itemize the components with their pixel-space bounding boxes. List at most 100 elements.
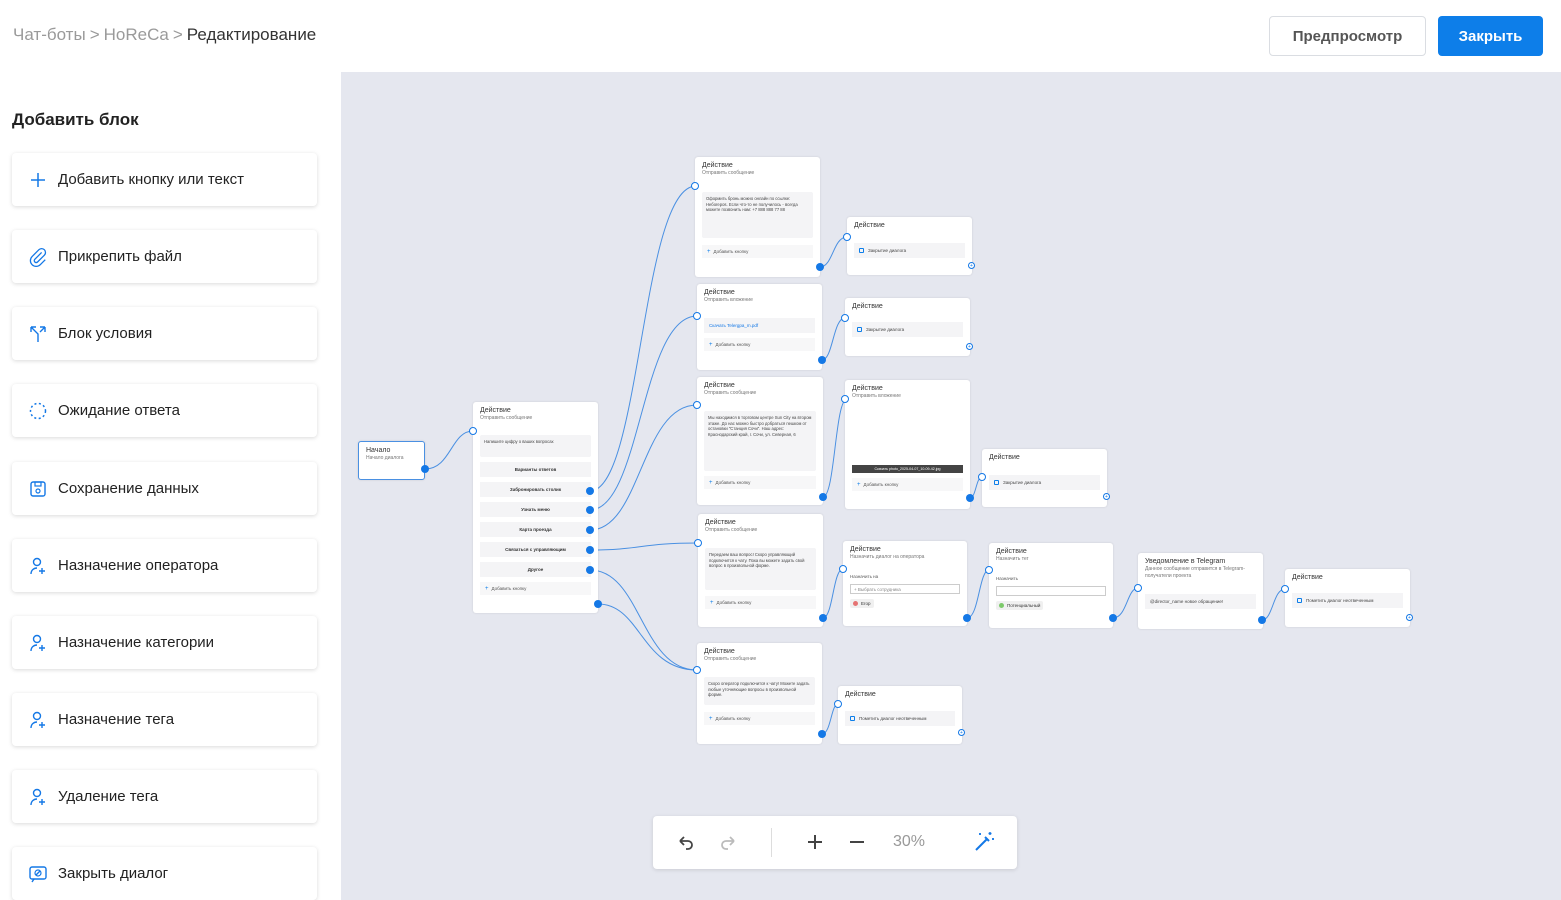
output-port[interactable] [1109,614,1117,622]
flow-node-map[interactable]: Действие Отправить сообщение Мы находимс… [697,377,823,505]
flow-node-close-3[interactable]: Действие Закрытие диалога [982,449,1107,507]
flow-node-menu[interactable]: Действие Отправить вложение Скачать Tele… [697,284,822,370]
output-port[interactable] [594,600,602,608]
sidebar-item-assign-operator[interactable]: Назначение оператора [12,539,317,592]
node-title: Действие [704,648,735,655]
output-port[interactable] [963,614,971,622]
output-port[interactable] [586,526,594,534]
input-port[interactable] [693,666,701,674]
flow-node-close-2[interactable]: Действие Закрытие диалога [845,298,970,356]
sidebar-item-remove-tag[interactable]: Удаление тега [12,770,317,823]
sidebar-item-wait-answer[interactable]: Ожидание ответа [12,384,317,437]
add-next-icon[interactable]: + [968,262,975,269]
add-next-icon[interactable]: + [966,343,973,350]
flow-node-unanswered[interactable]: Действие Пометить диалог неотвеченным [1285,569,1410,627]
option-button[interactable]: Другое [480,562,591,577]
output-port[interactable] [816,263,824,271]
input-port[interactable] [843,233,851,241]
option-button[interactable]: Забронировать столик [480,482,591,497]
close-button[interactable]: Закрыть [1438,16,1543,56]
input-port[interactable] [841,314,849,322]
canvas-toolbar: 30% [653,816,1017,869]
operator-chip[interactable]: Егор [850,599,874,608]
input-port[interactable] [978,473,986,481]
input-port[interactable] [839,565,847,573]
output-port[interactable] [586,566,594,574]
operator-select[interactable]: + Выбрать сотрудника [850,584,960,594]
flow-node-main[interactable]: Действие Отправить сообщение Напишите ци… [473,402,598,613]
attachment-file[interactable]: Скачать photo_2025-04-07_10-09-42.jpg [852,465,963,473]
add-next-icon[interactable]: + [958,729,965,736]
option-button[interactable]: Узнать меню [480,502,591,517]
flow-node-assign-operator[interactable]: Действие Назначить диалог на оператора Н… [843,541,967,626]
output-port[interactable] [818,730,826,738]
option-button[interactable]: Карта проезда [480,522,591,537]
preview-button[interactable]: Предпросмотр [1269,16,1426,56]
input-port[interactable] [1134,584,1142,592]
input-port[interactable] [691,182,699,190]
output-port[interactable] [586,487,594,495]
tag-chip[interactable]: Потенциальный [996,601,1044,610]
sidebar-item-assign-category[interactable]: Назначение категории [12,616,317,669]
output-port[interactable] [819,614,827,622]
action-row: Закрытие диалога [852,322,963,337]
output-port[interactable] [966,494,974,502]
output-port[interactable] [421,465,429,473]
input-port[interactable] [693,401,701,409]
add-next-icon[interactable]: + [1406,614,1413,621]
flow-node-close-1[interactable]: Действие Закрытие диалога [847,217,972,275]
breadcrumb-horeca[interactable]: HoReCa [104,25,169,44]
action-row: Закрытие диалога [854,243,965,258]
add-button-row[interactable]: + Добавить кнопку [480,582,591,595]
output-port[interactable] [586,506,594,514]
file-link[interactable]: Скачать Telergpa_m.pdf [704,318,815,333]
input-port[interactable] [694,539,702,547]
breadcrumb-separator: > [89,25,100,44]
action-label: Пометить диалог неотвеченным [859,716,927,721]
sidebar-item-add-button[interactable]: Добавить кнопку или текст [12,153,317,206]
flow-node-photo[interactable]: Действие Отправить вложение Скачать phot… [845,380,970,509]
option-label: Варианты ответов [480,462,591,477]
zoom-in-icon[interactable] [803,830,827,854]
tag-select[interactable] [996,586,1106,596]
add-button-row[interactable]: + Добавить кнопку [704,338,815,351]
output-port[interactable] [586,546,594,554]
add-button-row[interactable]: + Добавить кнопку [704,476,816,489]
flow-node-unanswered-2[interactable]: Действие Пометить диалог неотвеченным [838,686,962,744]
sidebar-item-condition[interactable]: Блок условия [12,307,317,360]
add-button-row[interactable]: + Добавить кнопку [702,245,813,258]
sidebar-item-save-data[interactable]: Сохранение данных [12,462,317,515]
sidebar-item-close-dialog[interactable]: Закрыть диалог [12,847,317,900]
action-label: Закрытие диалога [866,327,905,332]
node-title: Действие [850,546,881,553]
option-button[interactable]: Связаться с управляющим [480,542,591,557]
sidebar-item-label: Закрыть диалог [58,865,169,882]
flow-node-start[interactable]: Начало Начало диалога [358,441,425,480]
undo-icon[interactable] [673,830,697,854]
input-port[interactable] [469,427,477,435]
sidebar-item-assign-tag[interactable]: Назначение тега [12,693,317,746]
input-port[interactable] [693,312,701,320]
flow-node-telegram[interactable]: Уведомление в Telegram Данное сообщение … [1138,553,1263,629]
add-button-row[interactable]: + Добавить кнопку [705,596,816,609]
input-port[interactable] [834,700,842,708]
flow-node-manager[interactable]: Действие Отправить сообщение Передаем ва… [698,514,823,627]
add-button-row[interactable]: + Добавить кнопку [704,712,815,725]
flow-canvas[interactable]: Начало Начало диалога Действие Отправить… [341,72,1561,900]
flow-node-booking[interactable]: Действие Отправить сообщение Оформить бр… [695,157,820,277]
magic-wand-icon[interactable] [971,830,997,854]
breadcrumb-chatbots[interactable]: Чат-боты [13,25,86,44]
flow-node-other[interactable]: Действие Отправить сообщение Скоро опера… [697,643,822,744]
add-button-row[interactable]: + Добавить кнопку [852,478,963,491]
input-port[interactable] [985,566,993,574]
input-port[interactable] [1281,585,1289,593]
input-port[interactable] [841,395,849,403]
flow-node-assign-tag[interactable]: Действие Назначить тег Назначить Потенци… [989,543,1113,628]
output-port[interactable] [819,493,827,501]
redo-icon[interactable] [717,830,741,854]
sidebar-item-attach-file[interactable]: Прикрепить файл [12,230,317,283]
output-port[interactable] [818,356,826,364]
zoom-out-icon[interactable] [845,830,869,854]
add-next-icon[interactable]: + [1103,493,1110,500]
output-port[interactable] [1258,616,1266,624]
